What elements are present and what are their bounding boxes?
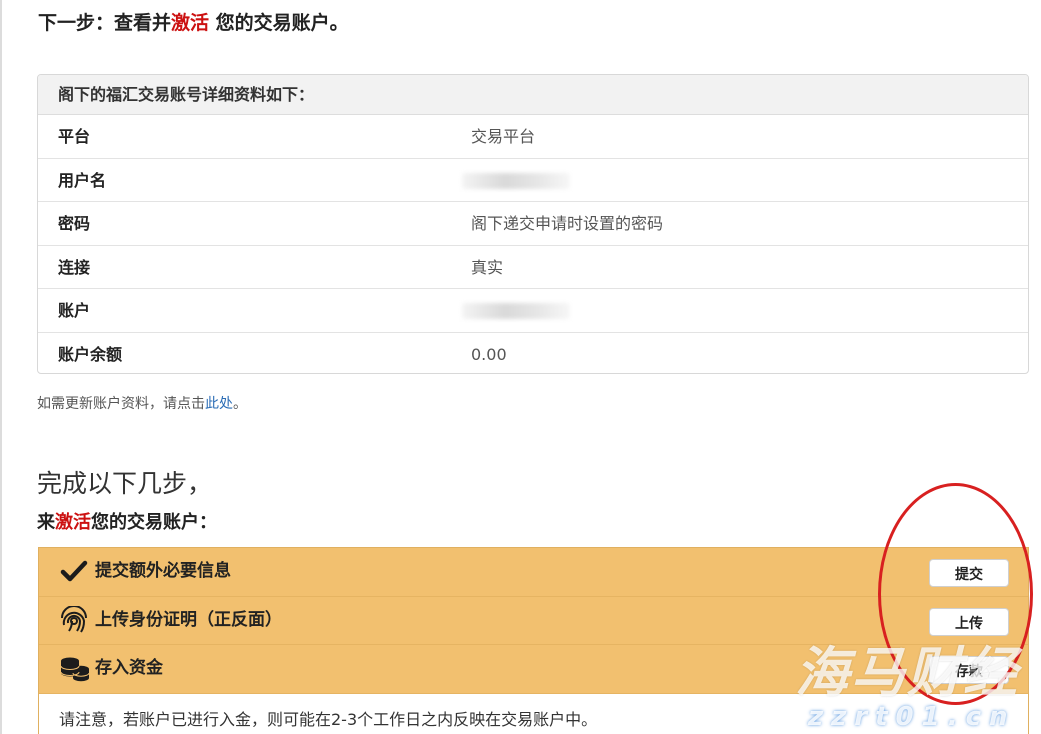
detail-label: 平台 [58, 127, 91, 146]
detail-label: 连接 [58, 257, 91, 277]
redacted-username [462, 172, 570, 189]
page-left-border [0, 0, 2, 734]
steps-subtitle-highlight: 激活 [55, 512, 91, 533]
detail-value: 交易平台 [471, 127, 536, 146]
detail-label: 密码 [58, 214, 91, 234]
detail-row-username: 用户名 [38, 159, 1028, 203]
detail-row-balance: 账户余额 0.00 [38, 333, 1028, 373]
account-details-panel: 阁下的福汇交易账号详细资料如下： 平台 交易平台 用户名 密码 阁下递交申请时设… [37, 74, 1029, 374]
step-label: 存入资金 [95, 658, 163, 678]
detail-row-platform: 平台 交易平台 [38, 115, 1028, 159]
checkmark-icon [59, 557, 89, 587]
notice-text: 请注意，若账户已进行入金，则可能在2-3个工作日之内反映在交易账户中。 [59, 709, 598, 729]
steps-title: 完成以下几步， [37, 469, 213, 498]
account-details-title: 阁下的福汇交易账号详细资料如下： [38, 75, 1028, 115]
detail-value: 真实 [471, 257, 504, 277]
step-label: 提交额外必要信息 [95, 561, 231, 581]
detail-label: 账户 [58, 301, 91, 321]
heading-suffix: 您的交易账户。 [209, 12, 349, 34]
submit-button[interactable]: 提交 [929, 559, 1009, 587]
heading-highlight: 激活 [171, 12, 210, 34]
detail-label: 账户余额 [58, 344, 123, 364]
watermark-brand: 海马财经 [795, 641, 1019, 704]
step-submit-info: 提交额外必要信息 提交 [39, 548, 1028, 597]
steps-subtitle-suffix: 您的交易账户： [91, 512, 217, 533]
detail-row-password: 密码 阁下递交申请时设置的密码 [38, 202, 1028, 246]
detail-value: 0.00 [471, 344, 507, 364]
fingerprint-icon [59, 604, 89, 636]
detail-label: 用户名 [58, 170, 107, 190]
detail-value: 阁下递交申请时设置的密码 [471, 214, 664, 234]
watermark-domain: zzrt01.cn [808, 702, 1016, 732]
detail-row-connection: 连接 真实 [38, 246, 1028, 290]
update-note-suffix: 。 [233, 396, 247, 412]
steps-subtitle: 来激活您的交易账户： [37, 508, 217, 534]
detail-row-account: 账户 [38, 289, 1028, 333]
heading-prefix: 下一步：查看并 [38, 12, 172, 34]
redacted-account [462, 303, 570, 320]
coins-icon [59, 654, 90, 684]
update-note: 如需更新账户资料，请点击此处。 [37, 393, 247, 413]
step-label: 上传身份证明（正反面） [95, 609, 282, 630]
update-note-prefix: 如需更新账户资料，请点击 [37, 396, 205, 412]
page-heading: 下一步：查看并激活 您的交易账户。 [38, 8, 349, 35]
update-link[interactable]: 此处 [205, 396, 233, 412]
steps-subtitle-prefix: 来 [37, 512, 55, 533]
